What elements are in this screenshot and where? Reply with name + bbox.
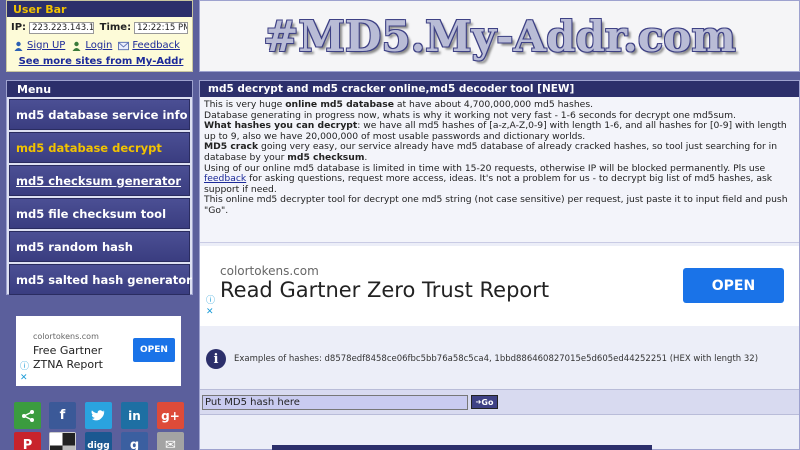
left-ad-line1: Free Gartner bbox=[33, 344, 103, 357]
more-sites-link[interactable]: See more sites from My-Addr bbox=[19, 56, 184, 67]
ip-label: IP: bbox=[11, 22, 27, 33]
banner-advertisement[interactable]: colortokens.com Read Gartner Zero Trust … bbox=[200, 246, 799, 326]
time-label: Time: bbox=[99, 22, 132, 33]
desc-text: This is very huge bbox=[204, 99, 286, 110]
desc-text: Database generating in progress now, wha… bbox=[204, 109, 736, 121]
site-logo[interactable]: #MD5.My-Addr.com bbox=[263, 12, 736, 61]
content-title: md5 decrypt and md5 cracker online,md5 d… bbox=[200, 81, 799, 97]
go-button-label: Go bbox=[481, 397, 494, 407]
left-ad-line2: ZTNA Report bbox=[33, 358, 103, 371]
desc-text: at have about 4,700,000,000 md5 hashes. bbox=[393, 99, 594, 110]
time-value: 12:22:15 PM bbox=[134, 21, 188, 34]
google-icon[interactable]: g bbox=[121, 432, 148, 450]
desc-bold: online md5 database bbox=[285, 99, 394, 110]
hash-examples-text: Examples of hashes: d8578edf8458ce06fbc5… bbox=[234, 354, 759, 364]
share-icon[interactable] bbox=[14, 402, 41, 429]
hash-decrypt-form: ➜Go bbox=[200, 389, 799, 415]
desc-bold: What hashes you can decrypt bbox=[204, 120, 358, 132]
social-share-bar: f in g+ P digg g ✉ bbox=[12, 400, 192, 450]
desc-text: Using of our online md5 database is limi… bbox=[204, 162, 766, 174]
left-ad-text: Free Gartner ZTNA Report bbox=[33, 344, 103, 372]
signup-icon bbox=[14, 41, 23, 51]
google-plus-icon[interactable]: g+ bbox=[157, 402, 184, 429]
feedback-link[interactable]: Feedback bbox=[132, 40, 180, 51]
feedback-inline-link[interactable]: feedback bbox=[204, 173, 246, 184]
twitter-icon[interactable] bbox=[85, 402, 112, 429]
main-content: md5 decrypt and md5 cracker online,md5 d… bbox=[199, 80, 800, 450]
site-logo-banner[interactable]: #MD5.My-Addr.com bbox=[199, 0, 800, 72]
user-bar-title: User Bar bbox=[7, 1, 192, 17]
menu-item-database-service-info[interactable]: md5 database service info bbox=[9, 99, 190, 130]
email-icon[interactable]: ✉ bbox=[157, 432, 184, 450]
go-button[interactable]: ➜ Go bbox=[471, 395, 498, 409]
adchoices-icon[interactable]: ⓘ ✕ bbox=[206, 296, 215, 318]
login-icon bbox=[72, 41, 81, 51]
info-icon: i bbox=[206, 349, 226, 369]
linkedin-icon[interactable]: in bbox=[121, 402, 148, 429]
ip-value: 223.223.143.14 bbox=[29, 21, 94, 34]
adchoices-icon[interactable]: ⓘ ✕ bbox=[20, 362, 29, 384]
login-link[interactable]: Login bbox=[85, 40, 112, 51]
user-bar-links: Sign UP Login Feedback bbox=[7, 38, 192, 53]
more-sites-row: See more sites from My-Addr bbox=[7, 54, 192, 69]
hash-examples: i Examples of hashes: d8578edf8458ce06fb… bbox=[200, 339, 799, 379]
desc-text: . bbox=[364, 151, 368, 163]
pinterest-icon[interactable]: P bbox=[14, 432, 41, 450]
menu-item-random-hash[interactable]: md5 random hash bbox=[9, 231, 190, 262]
desc-text: for asking questions, request more acces… bbox=[204, 173, 773, 195]
feedback-mail-icon bbox=[118, 41, 130, 50]
menu-item-checksum-generator[interactable]: md5 checksum generator bbox=[9, 165, 190, 196]
desc-bold: md5 checksum bbox=[287, 151, 365, 163]
side-menu: Menu md5 database service info md5 datab… bbox=[6, 80, 193, 295]
digg-icon[interactable]: digg bbox=[85, 432, 112, 450]
md5-hash-input[interactable] bbox=[202, 394, 468, 410]
menu-item-database-decrypt[interactable]: md5 database decrypt bbox=[9, 132, 190, 163]
banner-ad-title: Read Gartner Zero Trust Report bbox=[220, 278, 550, 302]
delicious-icon[interactable] bbox=[49, 432, 76, 450]
user-bar-info-row: IP: 223.223.143.14 Time: 12:22:15 PM bbox=[7, 20, 192, 35]
description-text: This is very huge online md5 database at… bbox=[200, 97, 799, 243]
facebook-icon[interactable]: f bbox=[49, 402, 76, 429]
banner-ad-domain: colortokens.com bbox=[220, 264, 319, 278]
left-ad-domain: colortokens.com bbox=[33, 332, 99, 341]
desc-text: This online md5 decrypter tool for decry… bbox=[204, 194, 788, 216]
menu-item-file-checksum-tool[interactable]: md5 file checksum tool bbox=[9, 198, 190, 229]
desc-bold: MD5 crack bbox=[204, 141, 259, 153]
banner-ad-open-button[interactable]: OPEN bbox=[683, 268, 784, 303]
menu-title: Menu bbox=[7, 81, 192, 97]
left-ad-open-button[interactable]: OPEN bbox=[133, 338, 175, 362]
bottom-strip bbox=[272, 445, 652, 450]
menu-item-salted-hash-generator[interactable]: md5 salted hash generator bbox=[9, 264, 192, 295]
signup-link[interactable]: Sign UP bbox=[27, 40, 65, 51]
user-bar: User Bar IP: 223.223.143.14 Time: 12:22:… bbox=[6, 0, 193, 72]
left-advertisement[interactable]: colortokens.com Free Gartner ZTNA Report… bbox=[16, 316, 181, 386]
